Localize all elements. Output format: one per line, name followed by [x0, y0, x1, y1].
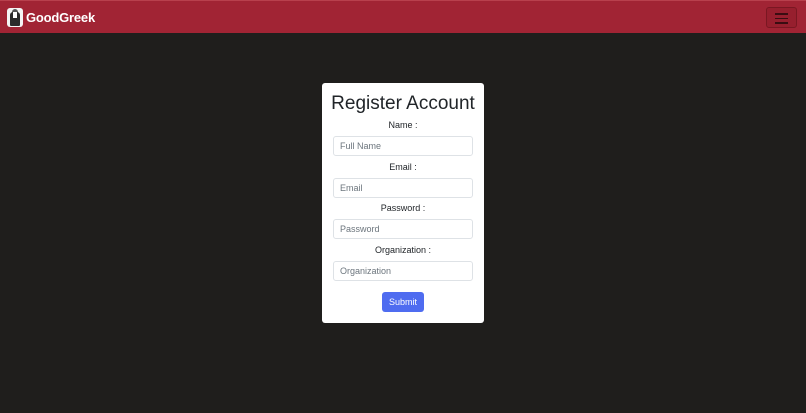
organization-label: Organization :: [374, 245, 432, 255]
navbar-toggle-button[interactable]: [766, 7, 797, 28]
navbar: GoodGreek: [0, 0, 806, 33]
submit-button[interactable]: Submit: [382, 292, 424, 312]
organization-input[interactable]: [333, 261, 473, 281]
brand-link[interactable]: GoodGreek: [7, 8, 95, 27]
full-name-input[interactable]: [333, 136, 473, 156]
brand-name: GoodGreek: [26, 10, 95, 25]
register-title: Register Account: [331, 93, 475, 114]
password-input[interactable]: [333, 219, 473, 239]
greek-man-logo-icon: [7, 8, 23, 27]
email-input[interactable]: [333, 178, 473, 198]
name-label: Name :: [388, 120, 418, 130]
password-label: Password :: [380, 203, 426, 213]
email-label: Email :: [389, 162, 417, 172]
